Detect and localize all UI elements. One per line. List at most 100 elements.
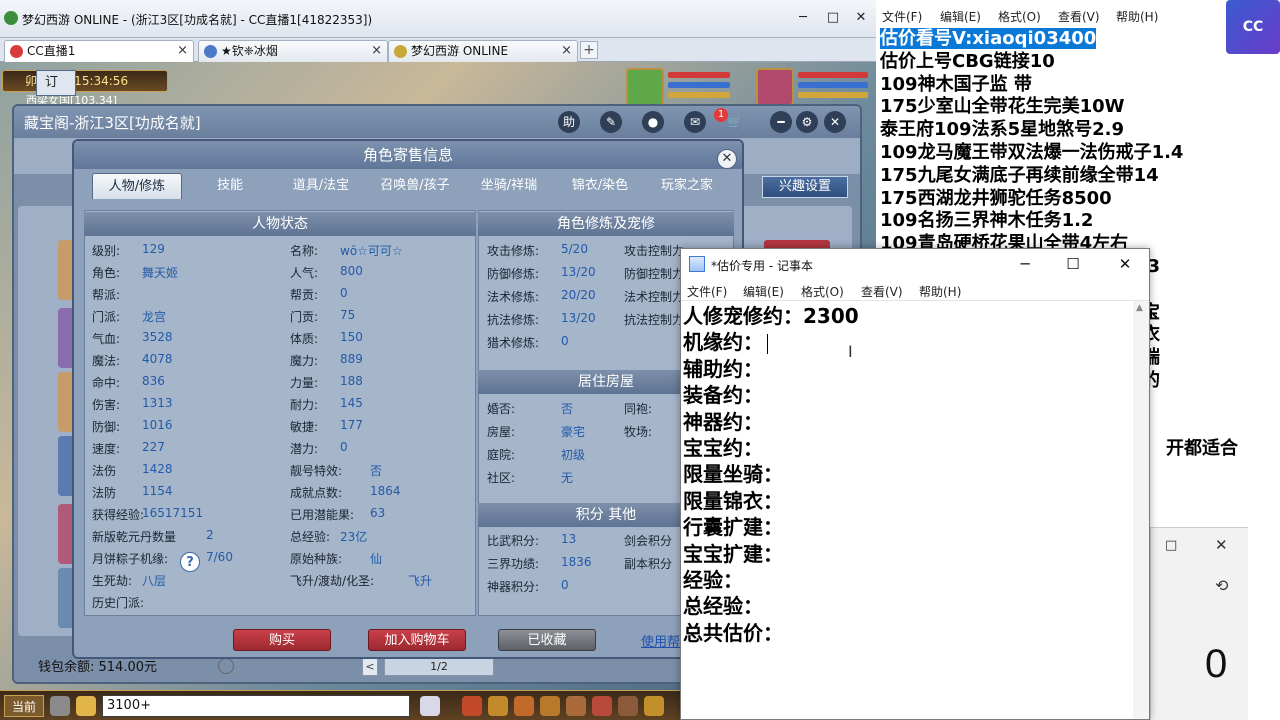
pet-icon[interactable] (420, 696, 440, 716)
maximize-icon[interactable]: ☐ (1053, 253, 1093, 275)
close-tab-icon[interactable]: × (371, 41, 382, 61)
game-chat-bar: 当前 3100+ (0, 690, 680, 720)
line-text: 175九尾女满底子再续前缘全带14 (880, 164, 1159, 186)
menu-format[interactable]: 格式(O) (998, 8, 1041, 25)
menu-file[interactable]: 文件(F) (687, 283, 727, 300)
minimize-icon[interactable]: ─ (792, 8, 814, 28)
prev-page-button[interactable]: < (362, 658, 378, 676)
chat-input[interactable]: 3100+ (102, 695, 410, 717)
stat-label: 帮贡: (290, 288, 319, 302)
calculator-display: 0 (1205, 642, 1228, 686)
line-text: 人修宠修约：2300 (683, 304, 859, 328)
message-icon[interactable]: ✉ (684, 111, 706, 133)
player-avatar[interactable] (756, 68, 794, 106)
info-label: 同袍: (624, 402, 653, 416)
settings-icon[interactable]: ⚙ (796, 111, 818, 133)
help-icon[interactable]: 助 (558, 111, 580, 133)
team-icon[interactable] (514, 696, 534, 716)
hp-bar (668, 72, 730, 78)
close-icon[interactable]: ✕ (824, 111, 846, 133)
notepad-estimate-window: *估价专用 - 记事本 ─ ☐ ✕ 文件(F) 编辑(E) 格式(O) 查看(V… (680, 248, 1150, 720)
new-tab-button[interactable]: + (580, 41, 598, 59)
guild-icon[interactable] (592, 696, 612, 716)
line-text: 限量锦衣： (683, 488, 783, 513)
line-text: 宝宝约： (683, 435, 763, 460)
stat-label: 伤害: (92, 398, 121, 412)
menu-help[interactable]: 帮助(H) (919, 283, 961, 300)
notepad-line: 109名扬三界神木任务1.2 (880, 210, 1280, 233)
menu-edit[interactable]: 编辑(E) (940, 8, 981, 25)
tab-mounts[interactable]: 坐骑/祥瑞 (464, 173, 554, 199)
info-value: 13 (561, 532, 577, 546)
microphone-icon[interactable] (50, 696, 70, 716)
close-icon[interactable]: ✕ (717, 149, 737, 169)
system-icon[interactable] (644, 696, 664, 716)
status-header: 人物状态 (84, 212, 476, 236)
order-tab[interactable]: 订 (36, 70, 76, 96)
menu-help[interactable]: 帮助(H) (1116, 8, 1158, 25)
info-value: 5/20 (561, 242, 588, 256)
close-tab-icon[interactable]: × (177, 41, 188, 61)
close-tab-icon[interactable]: × (561, 41, 572, 61)
stat-label: 人气: (290, 266, 319, 280)
line-text: 行囊扩建： (683, 515, 783, 540)
tab-outfits[interactable]: 锦衣/染色 (560, 173, 640, 199)
stat-value: 800 (340, 264, 363, 278)
cart-icon[interactable]: 🛒 (724, 111, 746, 133)
tab-home[interactable]: 玩家之家 (646, 173, 728, 199)
notepad-line: 辅助约： (683, 356, 1131, 382)
tab-game[interactable]: 梦幻西游 ONLINE × (388, 40, 578, 62)
maximize-icon[interactable]: □ (1165, 538, 1177, 553)
line-text: 经验： (683, 567, 743, 592)
tab-character[interactable]: ★钦❈冰烟 × (198, 40, 388, 62)
interest-settings-button[interactable]: 兴趣设置 (762, 176, 848, 198)
tab-skills[interactable]: 技能 (190, 173, 270, 199)
notepad-line: 总共估价： (683, 620, 1131, 646)
menu-view[interactable]: 查看(V) (861, 283, 903, 300)
favorited-button[interactable]: 已收藏 (498, 629, 596, 651)
vertical-scrollbar[interactable]: ▲ (1133, 301, 1149, 719)
line-text: 109龙马魔王带双法爆一法伤戒子1.4 (880, 141, 1184, 163)
quest-icon[interactable] (618, 696, 638, 716)
line-text: 估价上号CBG链接10 (880, 50, 1055, 72)
tab-cc-live[interactable]: CC直播1 × (4, 40, 194, 62)
close-icon[interactable]: ✕ (1215, 536, 1228, 554)
minimize-icon[interactable]: ━ (770, 111, 792, 133)
menu-file[interactable]: 文件(F) (882, 8, 922, 25)
menu-edit[interactable]: 编辑(E) (743, 283, 784, 300)
help-icon[interactable] (218, 658, 234, 674)
info-value: 20/20 (561, 288, 596, 302)
edit-icon[interactable]: ✎ (600, 111, 622, 133)
emoji-icon[interactable] (76, 696, 96, 716)
tab-character-cultivation[interactable]: 人物/修炼 (92, 173, 182, 199)
close-icon[interactable]: ✕ (1105, 253, 1145, 275)
menu-view[interactable]: 查看(V) (1058, 8, 1100, 25)
add-to-cart-button[interactable]: 加入购物车 (368, 629, 466, 651)
friends-icon[interactable] (566, 696, 586, 716)
stat-value: 否 (370, 464, 383, 478)
stat-value: 150 (340, 330, 363, 344)
attack-icon[interactable] (462, 696, 482, 716)
scroll-up-icon[interactable]: ▲ (1136, 303, 1143, 313)
minimize-icon[interactable]: ─ (1005, 253, 1045, 275)
line-text: 总经验： (683, 594, 763, 619)
maximize-icon[interactable]: □ (822, 8, 844, 28)
buy-button[interactable]: 购买 (233, 629, 331, 651)
menu-format[interactable]: 格式(O) (801, 283, 844, 300)
channel-current-button[interactable]: 当前 (4, 695, 44, 717)
notepad-text-area[interactable]: 人修宠修约：2300 机缘约： 辅助约： 装备约： 神器约： 宝宝约： 限量坐骑： 限量锦衣：… (683, 303, 1131, 717)
line-text: 机缘约： (683, 330, 763, 355)
help-icon[interactable]: ? (180, 552, 200, 572)
items-icon[interactable] (488, 696, 508, 716)
pet-menu-icon[interactable] (540, 696, 560, 716)
stat-value: 63 (370, 506, 386, 520)
close-icon[interactable]: ✕ (850, 8, 872, 28)
stat-label: 新版乾元丹数量 (92, 530, 177, 544)
stop-icon[interactable]: ● (642, 111, 664, 133)
tab-pets[interactable]: 召唤兽/孩子 (370, 173, 460, 199)
pet-avatar[interactable] (626, 68, 664, 106)
line-text: 宝宝扩建： (683, 541, 783, 566)
tab-items[interactable]: 道具/法宝 (276, 173, 366, 199)
history-icon[interactable]: ⟲ (1215, 576, 1228, 595)
pagination: < 1/2 (362, 658, 562, 678)
